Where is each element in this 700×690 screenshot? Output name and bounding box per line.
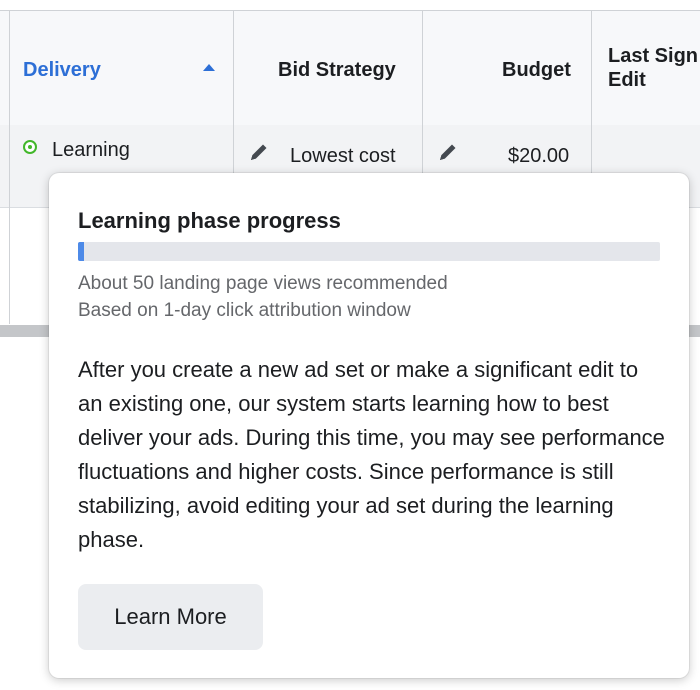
column-header-label-line2: Edit bbox=[608, 69, 646, 91]
pencil-icon[interactable] bbox=[437, 141, 459, 163]
column-header-delivery[interactable]: Delivery bbox=[23, 58, 101, 82]
column-header-last-significant-edit[interactable]: Last Sign Edit bbox=[608, 44, 698, 92]
learning-progress-fill bbox=[78, 242, 84, 261]
column-header-budget[interactable]: Budget bbox=[502, 58, 571, 82]
ads-manager-view: Delivery Bid Strategy Budget Last Sign E… bbox=[0, 0, 700, 690]
column-divider bbox=[9, 10, 10, 324]
learning-progress-bar bbox=[78, 242, 660, 261]
status-dot-icon bbox=[23, 140, 37, 154]
recommendation-text: About 50 landing page views recommended bbox=[78, 273, 448, 294]
column-header-label-line1: Last Sign bbox=[608, 45, 699, 67]
learn-more-button[interactable]: Learn More bbox=[78, 584, 263, 650]
delivery-status: Learning bbox=[52, 139, 130, 161]
learning-phase-tooltip: Learning phase progress About 50 landing… bbox=[49, 173, 689, 678]
bid-strategy-value[interactable]: Lowest cost bbox=[290, 144, 396, 168]
attribution-text: Based on 1-day click attribution window bbox=[78, 300, 411, 321]
learning-phase-description: After you create a new ad set or make a … bbox=[78, 357, 665, 552]
column-header-bid-strategy[interactable]: Bid Strategy bbox=[278, 58, 396, 82]
pencil-icon[interactable] bbox=[248, 141, 270, 163]
budget-value[interactable]: $20.00 bbox=[508, 144, 569, 168]
sort-ascending-icon[interactable] bbox=[203, 64, 215, 71]
tooltip-title: Learning phase progress bbox=[78, 208, 341, 233]
horizontal-scrollbar[interactable] bbox=[0, 325, 52, 337]
